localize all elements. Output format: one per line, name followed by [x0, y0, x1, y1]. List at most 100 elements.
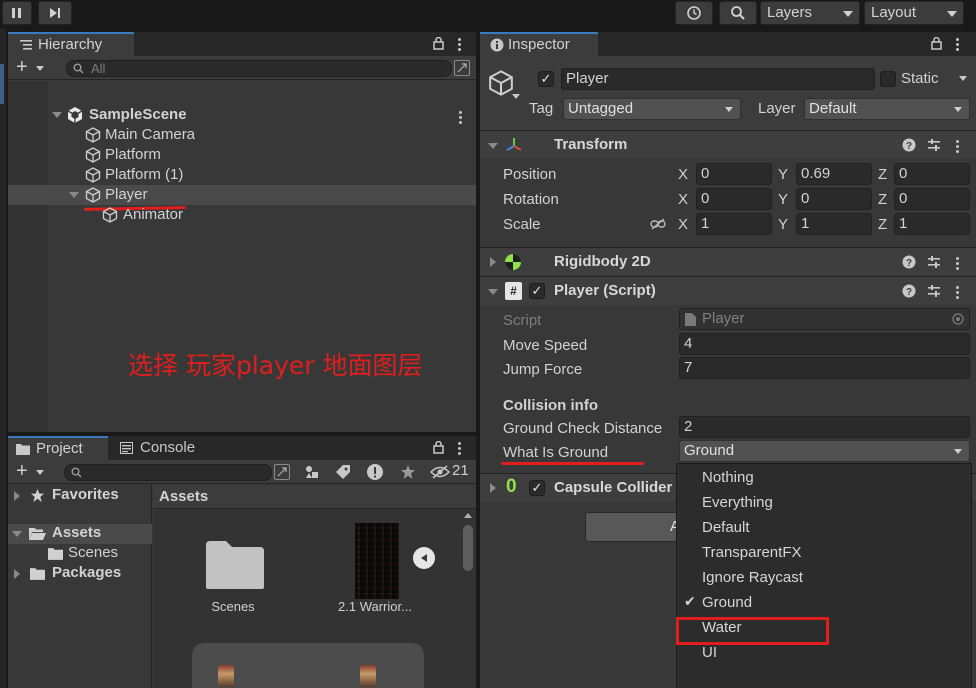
panel-divider[interactable]	[476, 32, 480, 688]
project-search-input[interactable]	[64, 464, 272, 481]
jump-force-field[interactable]: 7	[679, 357, 970, 379]
menu-item-ui[interactable]: UI	[677, 641, 973, 665]
transform-header[interactable]: Transform ?	[480, 130, 976, 159]
menu-item-water[interactable]: Water	[677, 616, 973, 640]
foldout-arrow-icon[interactable]	[12, 531, 22, 537]
kebab-menu-icon[interactable]	[956, 36, 960, 53]
add-icon[interactable]: +	[16, 460, 28, 483]
foldout-arrow-icon[interactable]	[52, 112, 62, 118]
chevron-down-icon[interactable]	[959, 76, 967, 81]
scale-z-field[interactable]: 1	[894, 213, 970, 235]
scale-x-field[interactable]: 1	[696, 213, 772, 235]
hierarchy-item-player[interactable]: Player	[8, 185, 476, 205]
hierarchy-item[interactable]: Main Camera	[8, 125, 476, 145]
foldout-arrow-icon[interactable]	[14, 491, 20, 501]
menu-item-default[interactable]: Default	[677, 516, 973, 540]
object-name-field[interactable]: Player	[561, 68, 875, 90]
position-y-field[interactable]: 0.69	[796, 163, 872, 185]
add-icon[interactable]: +	[16, 56, 28, 79]
lock-icon[interactable]	[433, 441, 444, 454]
tree-item-scenes[interactable]: Scenes	[8, 544, 152, 564]
constrain-proportions-icon[interactable]	[650, 218, 666, 230]
menu-item-everything[interactable]: Everything	[677, 491, 973, 515]
star-icon[interactable]	[400, 464, 416, 480]
presets-icon[interactable]	[927, 138, 941, 152]
presets-icon[interactable]	[927, 255, 941, 269]
panel-divider[interactable]	[8, 432, 476, 436]
menu-item-transparentfx[interactable]: TransparentFX	[677, 541, 973, 565]
player-script-header[interactable]: # ✓ Player (Script) ?	[480, 276, 976, 305]
kebab-menu-icon[interactable]	[459, 109, 463, 126]
sprite-group-preview[interactable]	[192, 643, 424, 688]
rotation-y-field[interactable]: 0	[796, 188, 872, 210]
scene-visibility-icon[interactable]	[454, 60, 470, 76]
scrollbar-thumb[interactable]	[463, 525, 473, 571]
warning-icon[interactable]	[366, 463, 384, 481]
script-enabled-checkbox[interactable]: ✓	[529, 283, 545, 299]
position-z-field[interactable]: 0	[894, 163, 970, 185]
rotation-z-field[interactable]: 0	[894, 188, 970, 210]
chevron-down-icon[interactable]	[512, 94, 520, 99]
scene-visibility-icon[interactable]	[274, 464, 290, 480]
kebab-menu-icon[interactable]	[956, 138, 960, 155]
position-x-field[interactable]: 0	[696, 163, 772, 185]
tab-hierarchy[interactable]: Hierarchy	[8, 32, 134, 56]
tab-project[interactable]: Project	[8, 436, 108, 460]
active-checkbox[interactable]: ✓	[538, 71, 554, 87]
undo-history-button[interactable]	[675, 1, 713, 25]
scroll-up-icon[interactable]	[464, 513, 472, 518]
rotation-x-field[interactable]: 0	[696, 188, 772, 210]
step-button[interactable]	[38, 1, 72, 25]
search-button[interactable]	[719, 1, 757, 25]
collider-enabled-checkbox[interactable]: ✓	[529, 480, 545, 496]
tab-console[interactable]: Console	[112, 436, 212, 460]
static-checkbox[interactable]	[880, 71, 896, 87]
breadcrumb-label[interactable]: Assets	[159, 488, 208, 505]
lock-icon[interactable]	[931, 37, 942, 50]
chevron-down-icon[interactable]	[36, 66, 44, 71]
layers-dropdown[interactable]: Layers	[760, 1, 860, 25]
tab-inspector[interactable]: Inspector	[480, 32, 598, 56]
layer-dropdown[interactable]: Default	[804, 98, 970, 120]
hierarchy-search-input[interactable]: All	[66, 60, 452, 77]
hierarchy-item[interactable]: Platform	[8, 145, 476, 165]
help-icon[interactable]: ?	[902, 284, 916, 298]
foldout-arrow-icon[interactable]	[490, 257, 496, 267]
menu-item-nothing[interactable]: Nothing	[677, 466, 973, 490]
menu-item-ignore-raycast[interactable]: Ignore Raycast	[677, 566, 973, 590]
presets-icon[interactable]	[927, 284, 941, 298]
kebab-menu-icon[interactable]	[956, 255, 960, 272]
asset-item-scenes[interactable]: Scenes	[183, 521, 283, 621]
tree-item-packages[interactable]: Packages	[8, 564, 152, 584]
expand-play-icon[interactable]	[413, 547, 435, 569]
foldout-arrow-icon[interactable]	[490, 483, 496, 493]
filter-by-type-icon[interactable]	[304, 464, 320, 480]
kebab-menu-icon[interactable]	[458, 440, 462, 457]
hierarchy-item[interactable]: Platform (1)	[8, 165, 476, 185]
rigidbody2d-header[interactable]: Rigidbody 2D ?	[480, 247, 976, 276]
chevron-down-icon[interactable]	[36, 470, 44, 475]
layout-dropdown[interactable]: Layout	[864, 1, 964, 25]
kebab-menu-icon[interactable]	[458, 36, 462, 53]
menu-item-ground[interactable]: ✔ Ground	[677, 591, 973, 615]
tree-item-assets[interactable]: Assets	[8, 524, 152, 544]
move-speed-field[interactable]: 4	[679, 333, 970, 355]
foldout-arrow-icon[interactable]	[14, 569, 20, 579]
ground-check-field[interactable]: 2	[679, 416, 970, 438]
scene-row[interactable]: SampleScene	[8, 105, 476, 125]
kebab-menu-icon[interactable]	[956, 284, 960, 301]
filter-by-label-icon[interactable]	[335, 464, 351, 480]
hierarchy-item[interactable]: Animator	[8, 205, 476, 225]
hidden-eye-icon[interactable]	[430, 465, 450, 479]
lock-icon[interactable]	[433, 37, 444, 50]
scrollbar[interactable]	[461, 511, 474, 688]
foldout-arrow-icon[interactable]	[488, 289, 498, 295]
tag-dropdown[interactable]: Untagged	[563, 98, 741, 120]
scale-y-field[interactable]: 1	[796, 213, 872, 235]
help-icon[interactable]: ?	[902, 255, 916, 269]
tree-item-favorites[interactable]: Favorites	[8, 485, 152, 507]
help-icon[interactable]: ?	[902, 138, 916, 152]
what-is-ground-dropdown[interactable]: Ground	[679, 440, 970, 462]
pause-button[interactable]	[2, 1, 32, 25]
foldout-arrow-icon[interactable]	[488, 143, 498, 149]
